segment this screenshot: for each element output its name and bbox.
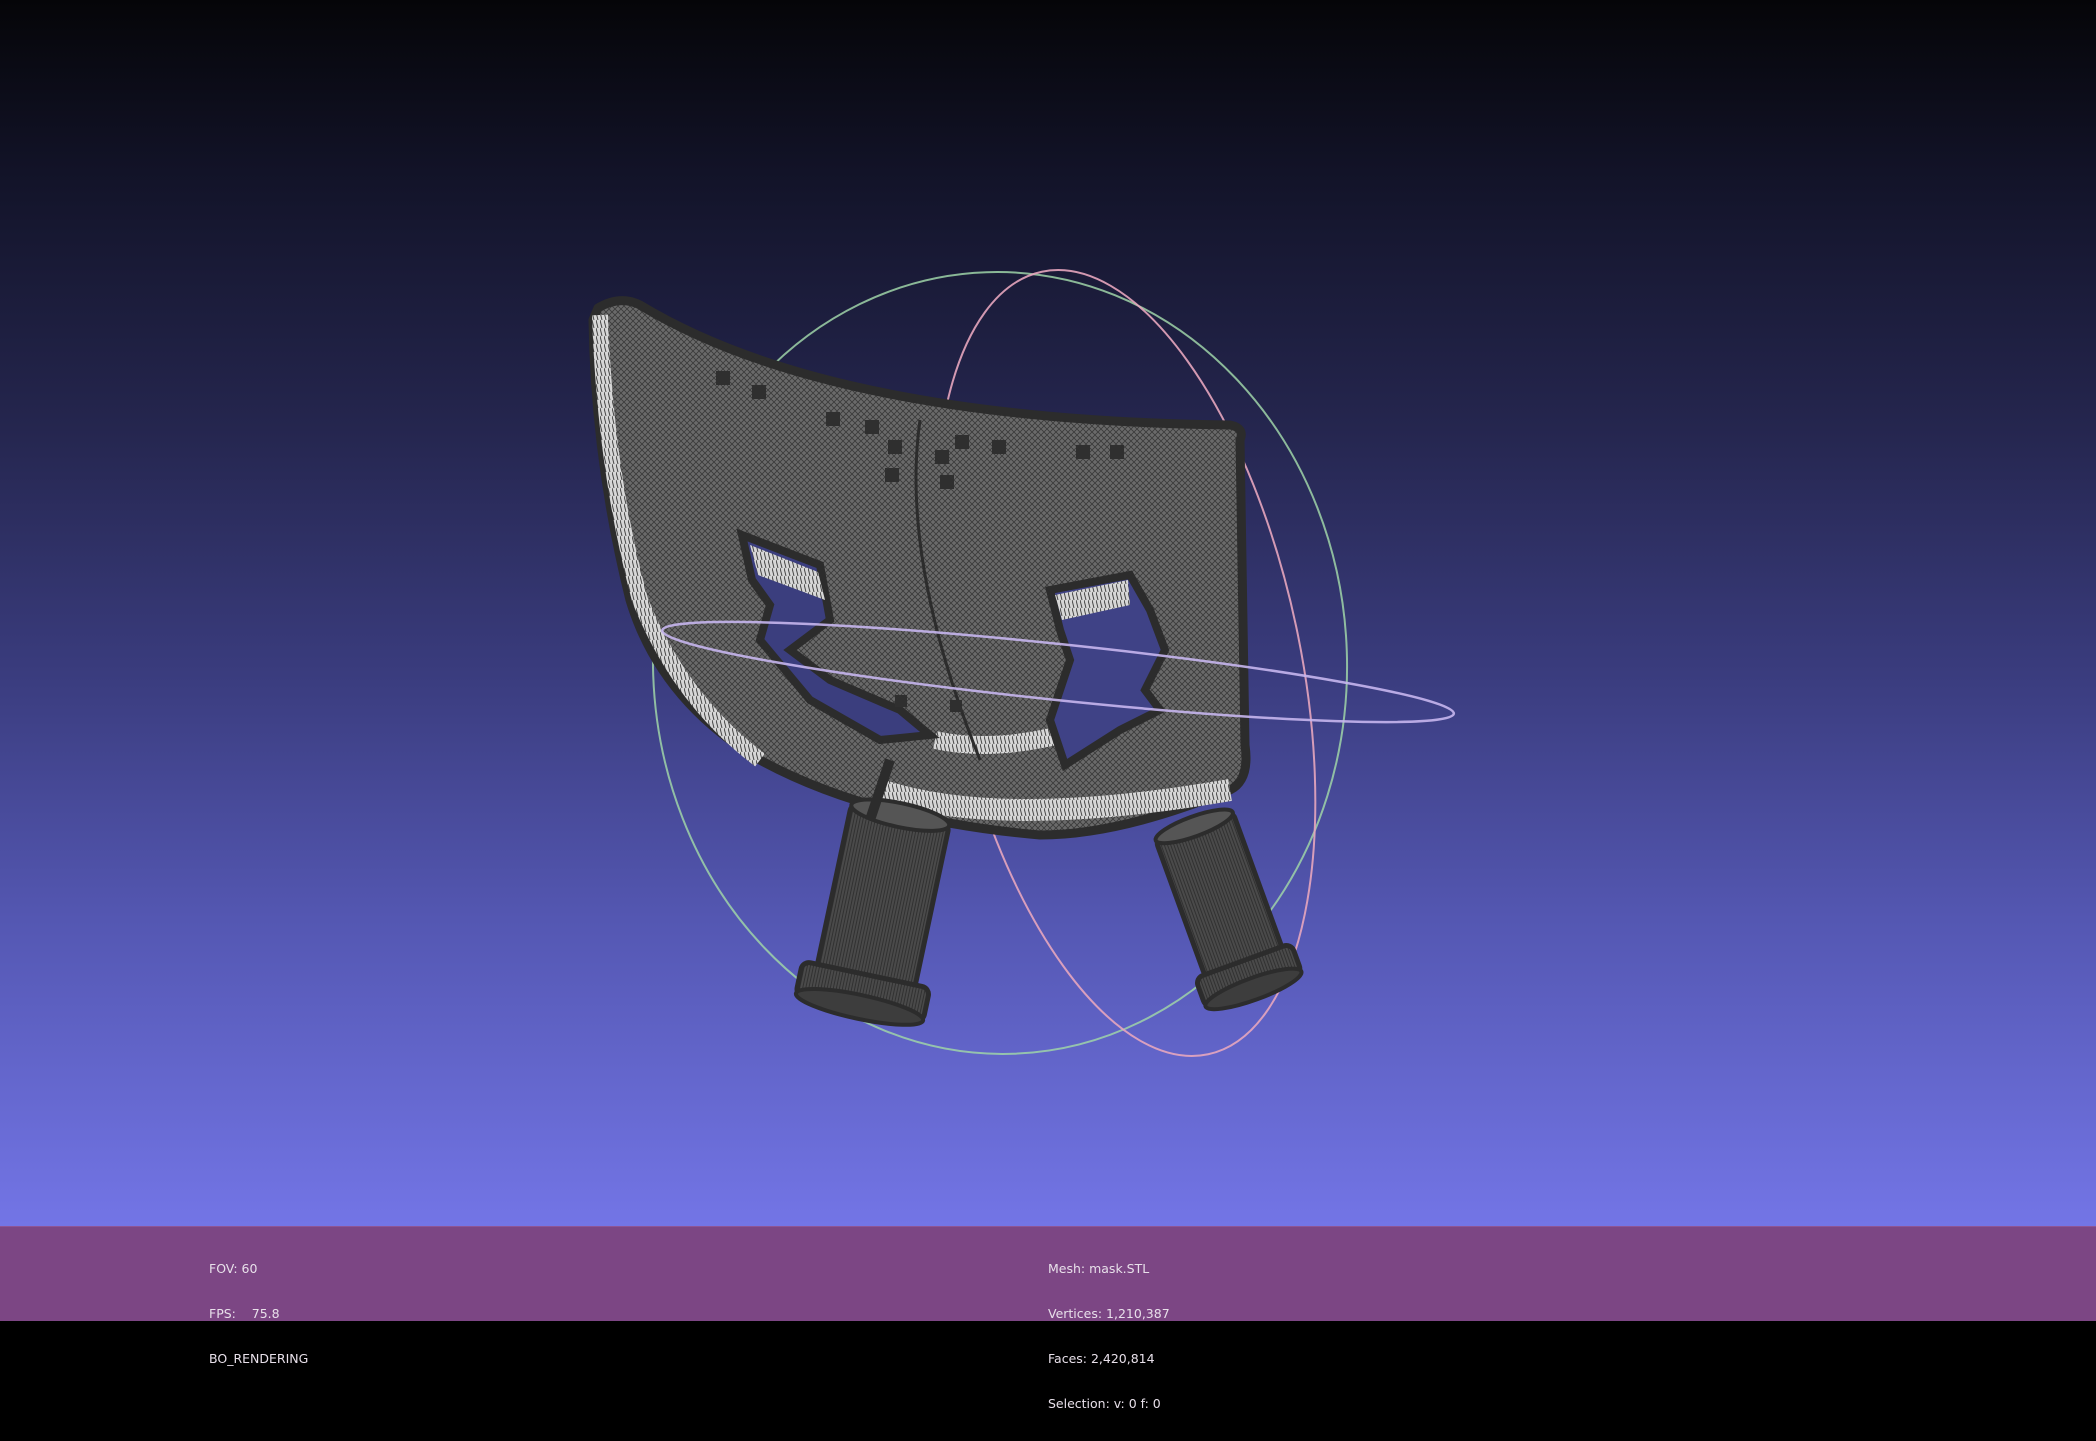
scene-canvas[interactable]: [0, 0, 2096, 1226]
selection-label: Selection: v: 0 f: 0: [1048, 1396, 1161, 1411]
fps-label: FPS: 75.8: [209, 1306, 280, 1321]
vertices-label: Vertices: 1,210,387: [1048, 1306, 1170, 1321]
render-info: FOV: 60 FPS: 75.8 BO_RENDERING: [209, 1231, 308, 1396]
mesh-model: [588, 296, 1251, 840]
3d-viewport[interactable]: [0, 0, 2096, 1226]
render-mode-label: BO_RENDERING: [209, 1351, 309, 1366]
mesh-name-label: Mesh: mask.STL: [1048, 1261, 1150, 1276]
mesh-info: Mesh: mask.STL Vertices: 1,210,387 Faces…: [1048, 1231, 1170, 1441]
faces-label: Faces: 2,420,814: [1048, 1351, 1155, 1366]
fov-label: FOV: 60: [209, 1261, 258, 1276]
status-bar: FOV: 60 FPS: 75.8 BO_RENDERING Mesh: mas…: [0, 1226, 2096, 1411]
mask-shell: [588, 296, 1251, 840]
